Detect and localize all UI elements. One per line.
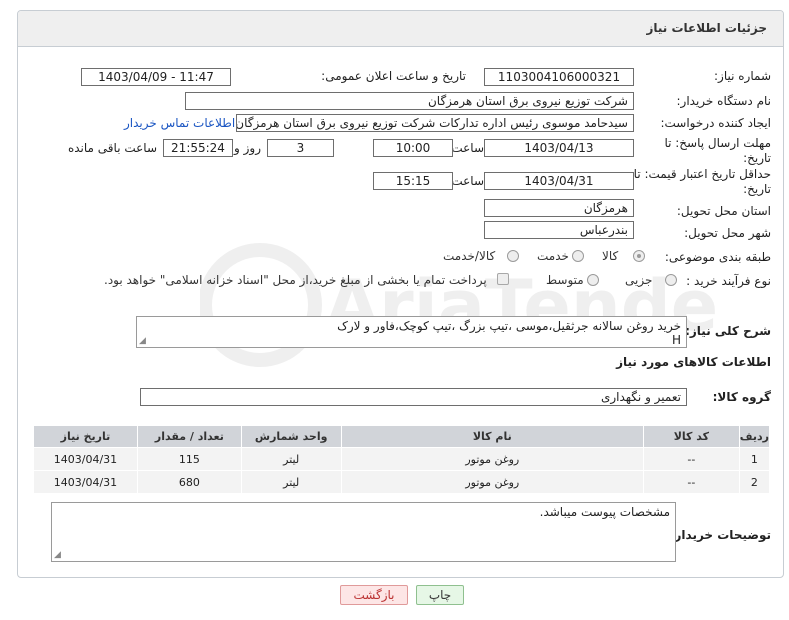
category-radio-goods-service[interactable] bbox=[507, 250, 519, 262]
cell-name: روغن موتور bbox=[340, 470, 644, 494]
treasury-payment-note: پرداخت تمام یا بخشی از مبلغ خرید،از محل … bbox=[104, 273, 487, 287]
description-text: خرید روغن سالانه جرثقیل،موسی ،تیپ بزرگ ،… bbox=[337, 319, 681, 333]
creator-field: سیدحامد موسوی رئیس اداره تدارکات شرکت تو… bbox=[236, 114, 634, 132]
table-row: 2 -- روغن موتور لیتر 680 1403/04/31 bbox=[33, 470, 771, 494]
buyer-field: شرکت توزیع نیروی برق استان هرمزگان bbox=[185, 92, 634, 110]
buyer-notes-textarea[interactable]: مشخصات پیوست میباشد. ◢ bbox=[51, 502, 676, 562]
col-unit: واحد شمارش bbox=[240, 425, 342, 448]
buyer-notes-text: مشخصات پیوست میباشد. bbox=[539, 505, 670, 519]
col-date: تاریخ نیاز bbox=[33, 425, 138, 448]
cell-row: 1 bbox=[738, 447, 771, 471]
province-field: هرمزگان bbox=[484, 199, 634, 217]
category-option-goods: کالا bbox=[602, 249, 619, 263]
col-name: نام کالا bbox=[340, 425, 644, 448]
announce-label: تاریخ و ساعت اعلان عمومی: bbox=[321, 69, 466, 83]
col-row: ردیف bbox=[738, 425, 771, 448]
back-button[interactable]: بازگشت bbox=[340, 585, 408, 605]
reply-date-field: 1403/04/13 bbox=[484, 139, 634, 157]
cell-code: -- bbox=[642, 447, 740, 471]
resize-grip-icon[interactable]: ◢ bbox=[139, 336, 146, 346]
goods-section-title: اطلاعات کالاهای مورد نیاز bbox=[616, 355, 771, 369]
cell-row: 2 bbox=[738, 470, 771, 494]
need-number-field: 1103004106000321 bbox=[484, 68, 634, 86]
goods-table-header: ردیف کد کالا نام کالا واحد شمارش تعداد /… bbox=[33, 425, 771, 448]
cell-qty: 680 bbox=[136, 470, 242, 494]
price-time-label: ساعت bbox=[451, 174, 484, 188]
price-validity-label: حداقل تاریخ اعتبار قیمت: تا تاریخ: bbox=[633, 167, 771, 196]
table-row: 1 -- روغن موتور لیتر 115 1403/04/31 bbox=[33, 447, 771, 471]
announce-field: 1403/04/09 - 11:47 bbox=[81, 68, 231, 86]
reply-time-label: ساعت bbox=[451, 141, 484, 155]
category-option-goods-service: کالا/خدمت bbox=[443, 249, 496, 263]
days-field: 3 bbox=[267, 139, 334, 157]
category-radio-service[interactable] bbox=[572, 250, 584, 262]
reply-time-field: 10:00 bbox=[373, 139, 453, 157]
price-date-field: 1403/04/31 bbox=[484, 172, 634, 190]
buyer-label: نام دستگاه خریدار: bbox=[676, 94, 772, 108]
category-label: طبقه بندی موضوعی: bbox=[664, 250, 771, 264]
cell-date: 1403/04/31 bbox=[33, 470, 138, 494]
process-option-medium: متوسط bbox=[546, 273, 584, 287]
goods-table: ردیف کد کالا نام کالا واحد شمارش تعداد /… bbox=[33, 425, 771, 494]
process-radio-minor[interactable] bbox=[665, 274, 677, 286]
description-textarea[interactable]: خرید روغن سالانه جرثقیل،موسی ،تیپ بزرگ ،… bbox=[136, 316, 687, 348]
treasury-payment-checkbox[interactable] bbox=[497, 273, 509, 285]
process-label: نوع فرآیند خرید : bbox=[686, 274, 771, 288]
resize-grip-icon[interactable]: ◢ bbox=[54, 550, 61, 560]
print-button[interactable]: چاپ bbox=[416, 585, 464, 605]
creator-label: ایجاد کننده درخواست: bbox=[660, 116, 771, 130]
description-marker: H bbox=[671, 333, 681, 347]
page-title: جزئیات اطلاعات نیاز bbox=[646, 21, 767, 35]
city-label: شهر محل تحویل: bbox=[684, 226, 771, 240]
cell-unit: لیتر bbox=[240, 470, 342, 494]
remaining-label: ساعت باقی مانده bbox=[67, 141, 157, 155]
city-field: بندرعباس bbox=[484, 221, 634, 239]
cell-name: روغن موتور bbox=[340, 447, 644, 471]
process-radio-medium[interactable] bbox=[587, 274, 599, 286]
col-qty: تعداد / مقدار bbox=[136, 425, 242, 448]
buyer-contact-link[interactable]: اطلاعات تماس خریدار bbox=[124, 116, 235, 130]
cell-unit: لیتر bbox=[240, 447, 342, 471]
category-option-service: خدمت bbox=[537, 249, 569, 263]
need-number-label: شماره نیاز: bbox=[714, 69, 771, 83]
days-label: روز و bbox=[234, 141, 261, 155]
province-label: استان محل تحویل: bbox=[676, 204, 771, 218]
reply-deadline-label: مهلت ارسال پاسخ: تا تاریخ: bbox=[664, 136, 771, 165]
price-time-field: 15:15 bbox=[373, 172, 453, 190]
description-label: شرح کلی نیاز: bbox=[685, 324, 771, 338]
category-radio-goods[interactable] bbox=[633, 250, 645, 262]
goods-group-label: گروه کالا: bbox=[712, 390, 771, 404]
process-option-minor: جزیی bbox=[625, 273, 653, 287]
buyer-notes-label: توضیحات خریدار: bbox=[669, 528, 771, 542]
remaining-time-field: 21:55:24 bbox=[163, 139, 233, 157]
goods-group-field: تعمیر و نگهداری bbox=[140, 388, 687, 406]
panel-header: جزئیات اطلاعات نیاز bbox=[18, 11, 783, 47]
cell-date: 1403/04/31 bbox=[33, 447, 138, 471]
col-code: کد کالا bbox=[642, 425, 740, 448]
cell-code: -- bbox=[642, 470, 740, 494]
cell-qty: 115 bbox=[136, 447, 242, 471]
